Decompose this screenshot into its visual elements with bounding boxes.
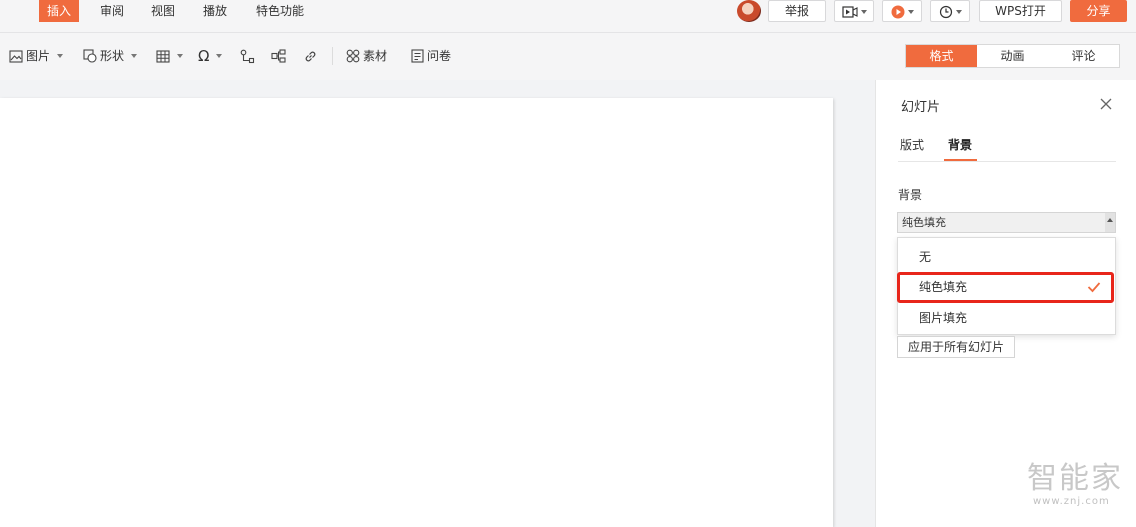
user-avatar[interactable] <box>737 0 761 22</box>
material-label: 素材 <box>363 49 388 63</box>
shape-icon <box>83 49 97 63</box>
tab-background[interactable]: 背景 <box>948 136 972 153</box>
tab-layout[interactable]: 版式 <box>900 136 924 153</box>
option-solid-fill[interactable]: 纯色填充 <box>897 272 1114 303</box>
tab-divider <box>898 161 1116 162</box>
link-icon <box>305 51 316 61</box>
survey-tool[interactable]: 问卷 <box>411 47 451 65</box>
shape-tool[interactable]: 形状 <box>83 47 138 65</box>
menu-view[interactable]: 视图 <box>143 0 183 22</box>
wps-open-button[interactable]: WPS打开 <box>979 0 1062 22</box>
clock-icon <box>939 5 952 18</box>
tab-animation[interactable]: 动画 <box>977 45 1048 67</box>
smartart-icon <box>271 49 286 63</box>
chevron-down-icon <box>177 54 183 58</box>
slide-properties-panel: 幻灯片 版式 背景 背景 纯色填充 无 纯色填充 图片填充 应用于所有幻灯片 <box>875 80 1136 527</box>
close-icon[interactable] <box>1098 96 1114 112</box>
chevron-down-icon <box>907 9 914 14</box>
chevron-down-icon <box>860 9 867 14</box>
play-icon <box>891 5 904 18</box>
connector-icon <box>240 49 255 63</box>
background-select[interactable]: 纯色填充 <box>897 212 1116 233</box>
material-tool[interactable]: 素材 <box>346 47 387 65</box>
chevron-down-icon <box>57 54 64 58</box>
option-picture-fill[interactable]: 图片填充 <box>898 306 1115 330</box>
history-button[interactable] <box>930 0 970 22</box>
link-tool[interactable] <box>303 47 318 65</box>
report-button[interactable]: 举报 <box>768 0 826 22</box>
menu-insert[interactable]: 插入 <box>39 0 80 22</box>
omega-icon: Ω <box>198 47 210 65</box>
picture-tool[interactable]: 图片 <box>9 47 64 65</box>
share-button[interactable]: 分享 <box>1070 0 1127 22</box>
checkmark-icon <box>1087 282 1101 293</box>
play-button[interactable] <box>882 0 922 22</box>
table-tool[interactable] <box>156 47 183 65</box>
image-icon <box>9 49 23 63</box>
smartart-tool[interactable] <box>271 47 286 65</box>
watermark-logo: 智能家 www.znj.com <box>1027 461 1131 508</box>
picture-label: 图片 <box>26 49 51 63</box>
chevron-down-icon <box>216 54 223 58</box>
background-dropdown: 无 纯色填充 图片填充 <box>897 237 1116 335</box>
option-solid-fill-label: 纯色填充 <box>919 280 968 294</box>
watermark-brand: 智能家 <box>1027 461 1123 496</box>
shape-label: 形状 <box>100 49 125 63</box>
symbol-tool[interactable]: Ω <box>198 47 223 65</box>
slide-canvas[interactable] <box>0 98 833 527</box>
right-panel-tabs: 格式 动画 评论 <box>905 44 1120 68</box>
select-scroll-up-icon[interactable] <box>1105 213 1115 232</box>
material-icon <box>346 49 360 63</box>
toolbar-divider <box>332 47 333 65</box>
video-icon <box>841 5 858 18</box>
video-button[interactable] <box>834 0 874 22</box>
table-icon <box>156 49 170 63</box>
menu-features[interactable]: 特色功能 <box>248 0 312 22</box>
chevron-down-icon <box>131 54 138 58</box>
option-none[interactable]: 无 <box>898 245 1115 269</box>
background-label: 背景 <box>898 188 923 202</box>
tab-comment[interactable]: 评论 <box>1048 45 1119 67</box>
watermark-url: www.znj.com <box>1033 496 1110 507</box>
connector-tool[interactable] <box>240 47 255 65</box>
active-tab-indicator <box>944 159 977 161</box>
chevron-down-icon <box>955 9 962 14</box>
menu-review[interactable]: 审阅 <box>92 0 132 22</box>
survey-icon <box>411 49 424 63</box>
panel-title: 幻灯片 <box>901 100 941 115</box>
menu-play[interactable]: 播放 <box>195 0 235 22</box>
survey-label: 问卷 <box>427 49 452 63</box>
background-select-value: 纯色填充 <box>902 216 946 229</box>
tab-format[interactable]: 格式 <box>906 45 977 67</box>
apply-all-slides-button[interactable]: 应用于所有幻灯片 <box>897 336 1015 358</box>
menu-bar: 插入 审阅 视图 播放 特色功能 举报 WPS打开 分享 <box>0 0 1136 33</box>
